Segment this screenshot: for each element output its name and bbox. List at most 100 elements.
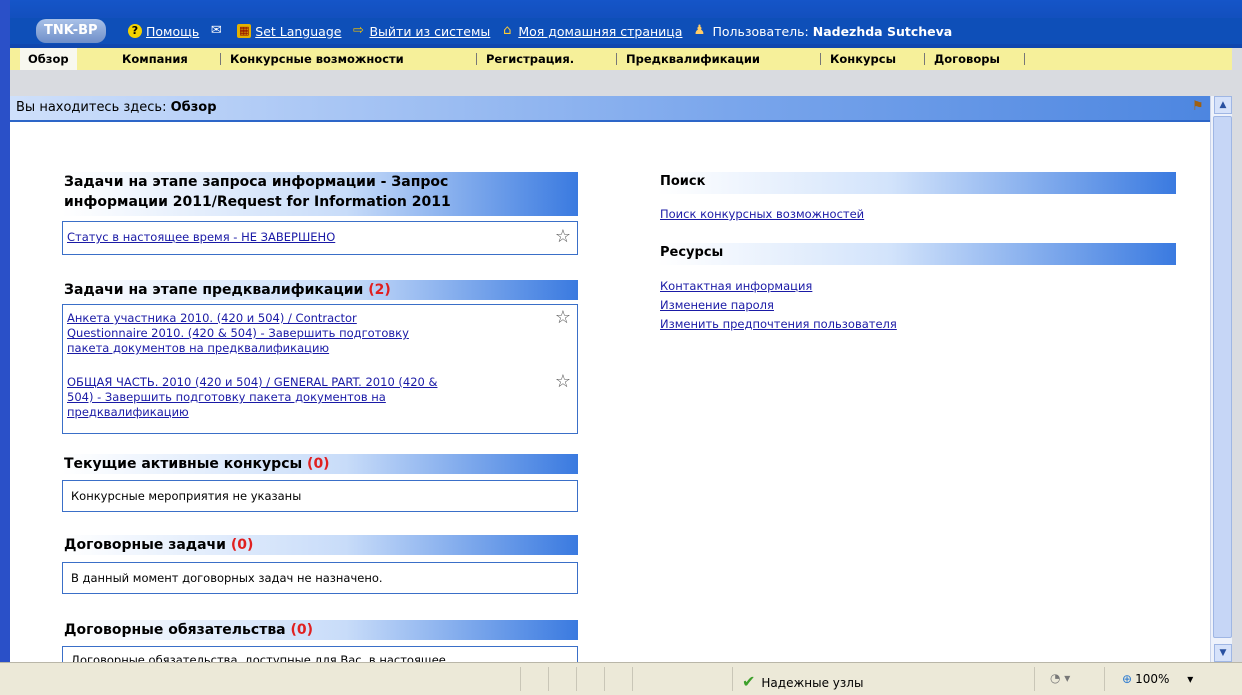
active-tenders-box: Конкурсные мероприятия не указаны bbox=[62, 480, 578, 512]
star-icon[interactable]: ☆ bbox=[555, 228, 571, 246]
search-title: Поиск bbox=[660, 174, 706, 189]
status-cell bbox=[576, 667, 577, 691]
toolbar-spacer bbox=[10, 70, 1242, 96]
active-tenders-empty-text: Конкурсные мероприятия не указаны bbox=[71, 489, 302, 503]
scrollbar-thumb[interactable] bbox=[1213, 116, 1232, 638]
rfi-tasks-header: Задачи на этапе запроса информации - Зап… bbox=[62, 172, 578, 216]
contact-info-link[interactable]: Контактная информация bbox=[660, 279, 812, 293]
tab-overview[interactable]: Обзор bbox=[20, 48, 77, 70]
user-label: Пользователь: bbox=[712, 23, 809, 39]
prequal-count: (2) bbox=[368, 282, 391, 298]
set-language-link[interactable]: Set Language bbox=[255, 24, 341, 39]
main-nav: Обзор Компания Конкурсные возможности Ре… bbox=[10, 48, 1242, 71]
zoom-level: 100% bbox=[1135, 672, 1170, 686]
prequal-item-1[interactable]: Анкета участника 2010. (420 и 504) / Con… bbox=[67, 311, 545, 356]
breadcrumb-text: Вы находитесь здесь: Обзор bbox=[16, 100, 217, 115]
top-links: ? Помощь ✉ ▦ Set Language ⇨ Выйти из сис… bbox=[128, 22, 952, 40]
user-icon: ♟ bbox=[693, 23, 706, 38]
home-icon[interactable]: ⌂ bbox=[500, 24, 514, 38]
rfi-status-link[interactable]: Статус в настоящее время - НЕ ЗАВЕРШЕНО bbox=[67, 230, 545, 245]
tab-contracts[interactable]: Договоры bbox=[934, 48, 1000, 70]
prequal-tasks-box: Анкета участника 2010. (420 и 504) / Con… bbox=[62, 304, 578, 434]
obligations-title: Договорные обязательства (0) bbox=[64, 620, 313, 640]
obligations-header: Договорные обязательства (0) bbox=[62, 620, 578, 640]
obligations-count: (0) bbox=[290, 622, 314, 638]
prequal-item-2-line3[interactable]: предквалификацию bbox=[67, 405, 545, 420]
tab-prequalification[interactable]: Предквалификации bbox=[626, 48, 760, 70]
status-cell bbox=[1034, 667, 1035, 691]
help-link[interactable]: Помощь bbox=[146, 24, 199, 39]
contract-tasks-header: Договорные задачи (0) bbox=[62, 535, 578, 555]
prequal-title-text: Задачи на этапе предквалификации bbox=[64, 282, 364, 298]
browser-status-bar: ✔ Надежные узлы ◔ ▾ ⊕ 100% ▾ bbox=[0, 662, 1242, 695]
star-icon[interactable]: ☆ bbox=[555, 309, 571, 327]
search-header: Поиск bbox=[658, 172, 1176, 194]
protected-mode-icon[interactable]: ◔ ▾ bbox=[1050, 671, 1070, 685]
tab-tender-opportunities[interactable]: Конкурсные возможности bbox=[230, 48, 404, 70]
nav-separator bbox=[1024, 53, 1025, 65]
active-tenders-header: Текущие активные конкурсы (0) bbox=[62, 454, 578, 474]
contract-tasks-title-text: Договорные задачи bbox=[64, 537, 226, 553]
user-name: Nadezhda Sutcheva bbox=[812, 23, 953, 39]
trusted-sites-zone[interactable]: ✔ Надежные узлы bbox=[742, 672, 863, 691]
status-cell bbox=[732, 667, 733, 691]
breadcrumb-prefix: Вы находитесь здесь: bbox=[16, 100, 167, 115]
check-icon: ✔ bbox=[742, 672, 756, 691]
tab-registration[interactable]: Регистрация. bbox=[486, 48, 574, 70]
scroll-up-arrow-icon[interactable]: ▲ bbox=[1214, 96, 1232, 114]
resources-header: Ресурсы bbox=[658, 243, 1176, 265]
prequal-item-2-line2[interactable]: 504) - Завершить подготовку пакета докум… bbox=[67, 390, 545, 405]
contract-tasks-empty-text: В данный момент договорных задач не назн… bbox=[71, 571, 383, 585]
status-cell bbox=[520, 667, 521, 691]
breadcrumb-current: Обзор bbox=[170, 100, 217, 115]
prequal-tasks-header: Задачи на этапе предквалификации (2) bbox=[62, 280, 578, 300]
contract-tasks-box: В данный момент договорных задач не назн… bbox=[62, 562, 578, 594]
contract-tasks-count: (0) bbox=[230, 537, 254, 553]
prequal-item-1-line3[interactable]: пакета документов на предквалификацию bbox=[67, 341, 545, 356]
obligations-box: Договорные обязательства, доступные для … bbox=[62, 646, 578, 663]
nav-separator bbox=[476, 53, 477, 65]
rfi-tasks-title: Задачи на этапе запроса информации - Зап… bbox=[64, 172, 451, 212]
tab-company[interactable]: Компания bbox=[122, 48, 188, 70]
search-tender-opportunities-link[interactable]: Поиск конкурсных возможностей bbox=[660, 207, 864, 221]
active-tenders-title-text: Текущие активные конкурсы bbox=[64, 456, 303, 472]
sitemap-icon[interactable]: ⚑ bbox=[1192, 100, 1206, 114]
zoom-dropdown-icon[interactable]: ▾ bbox=[1187, 672, 1193, 686]
tab-tenders[interactable]: Конкурсы bbox=[830, 48, 896, 70]
home-link[interactable]: Моя домашняя страница bbox=[518, 24, 682, 39]
prequal-item-1-line2[interactable]: Questionnaire 2010. (420 & 504) - Заверш… bbox=[67, 326, 545, 341]
logout-icon[interactable]: ⇨ bbox=[351, 24, 365, 38]
rfi-title-line1: Задачи на этапе запроса информации - Зап… bbox=[64, 174, 449, 190]
vertical-scrollbar[interactable]: ▲ ▼ bbox=[1210, 96, 1233, 662]
zoom-icon: ⊕ bbox=[1122, 672, 1133, 686]
status-cell bbox=[1104, 667, 1105, 691]
status-cell bbox=[548, 667, 549, 691]
language-icon[interactable]: ▦ bbox=[237, 24, 252, 38]
nav-separator bbox=[924, 53, 925, 65]
active-tenders-title: Текущие активные конкурсы (0) bbox=[64, 454, 330, 474]
rfi-title-line2: информации 2011/Request for Information … bbox=[64, 194, 451, 210]
nav-separator bbox=[820, 53, 821, 65]
nav-separator bbox=[220, 53, 221, 65]
nav-separator bbox=[616, 53, 617, 65]
star-icon[interactable]: ☆ bbox=[555, 373, 571, 391]
active-tenders-count: (0) bbox=[307, 456, 330, 472]
user-preferences-link[interactable]: Изменить предпочтения пользователя bbox=[660, 317, 897, 331]
zoom-control[interactable]: ⊕ 100% ▾ bbox=[1122, 672, 1193, 686]
scroll-down-arrow-icon[interactable]: ▼ bbox=[1214, 644, 1232, 662]
prequal-item-2[interactable]: ОБЩАЯ ЧАСТЬ. 2010 (420 и 504) / GENERAL … bbox=[67, 375, 545, 420]
contract-tasks-title: Договорные задачи (0) bbox=[64, 535, 253, 555]
change-password-link[interactable]: Изменение пароля bbox=[660, 298, 774, 312]
mail-icon[interactable]: ✉ bbox=[209, 24, 223, 38]
help-icon[interactable]: ? bbox=[128, 24, 142, 38]
top-header-bar: TNK-BP ? Помощь ✉ ▦ Set Language ⇨ Выйти… bbox=[10, 0, 1242, 48]
tnk-bp-logo: TNK-BP bbox=[36, 19, 106, 43]
trusted-sites-label: Надежные узлы bbox=[761, 676, 864, 690]
logout-link[interactable]: Выйти из системы bbox=[369, 24, 490, 39]
status-cell bbox=[604, 667, 605, 691]
window-frame-left bbox=[0, 0, 10, 694]
prequal-item-2-line1[interactable]: ОБЩАЯ ЧАСТЬ. 2010 (420 и 504) / GENERAL … bbox=[67, 375, 545, 390]
breadcrumb: Вы находитесь здесь: Обзор ⚑ bbox=[10, 96, 1210, 122]
obligations-title-text: Договорные обязательства bbox=[64, 622, 286, 638]
prequal-item-1-line1[interactable]: Анкета участника 2010. (420 и 504) / Con… bbox=[67, 311, 545, 326]
